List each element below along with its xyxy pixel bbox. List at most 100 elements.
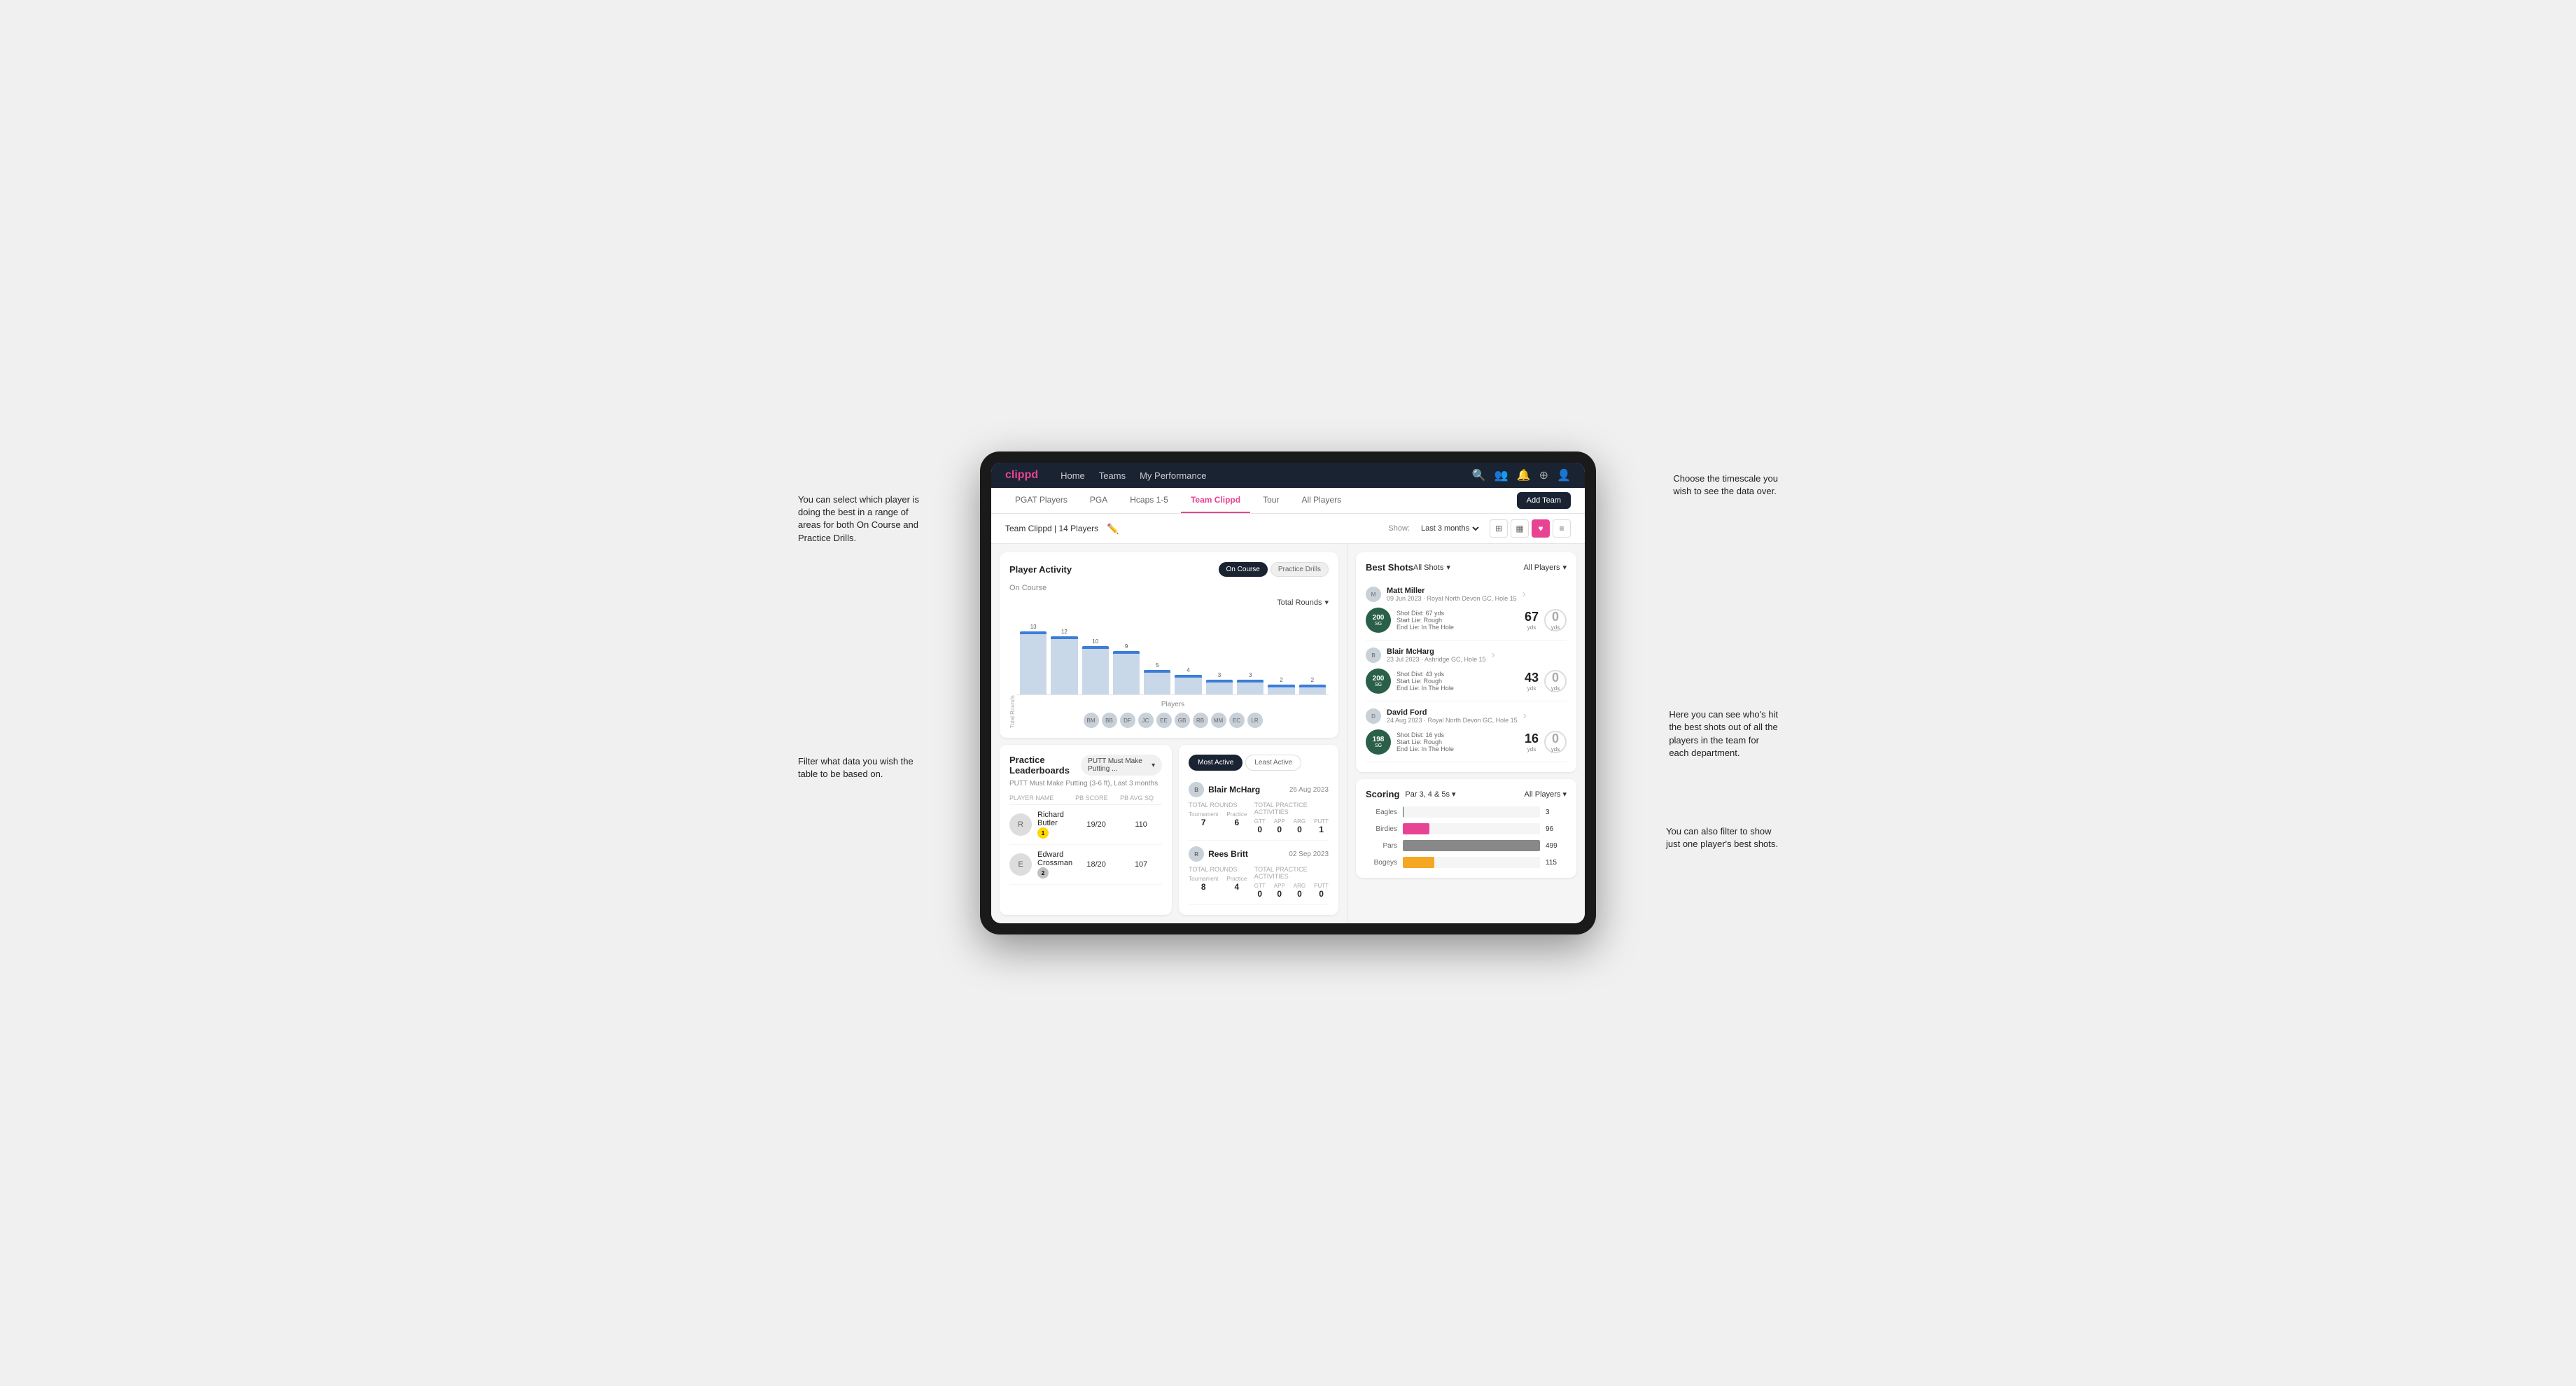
chart-filter[interactable]: Total Rounds ▾ <box>1277 598 1329 607</box>
leaderboard-row[interactable]: R Richard Butler 1 19/20 110 <box>1009 805 1162 845</box>
chevron-down-icon: ▾ <box>1452 790 1456 799</box>
scoring-bar <box>1403 823 1429 834</box>
avatar: R <box>1009 813 1032 836</box>
add-team-button[interactable]: Add Team <box>1517 492 1571 509</box>
tab-pga[interactable]: PGA <box>1080 488 1117 513</box>
bar-value: 2 <box>1280 677 1282 683</box>
plus-circle-icon[interactable]: ⊕ <box>1539 468 1548 482</box>
yards1-label: yds <box>1527 685 1536 692</box>
app-value: 0 <box>1274 889 1285 899</box>
putt-value: 0 <box>1314 889 1329 899</box>
list-view-icon[interactable]: ≡ <box>1553 519 1571 538</box>
shot-card[interactable]: B Blair McHarg 23 Jul 2023 · Ashridge GC… <box>1366 640 1567 701</box>
nav-my-performance[interactable]: My Performance <box>1140 470 1206 481</box>
pb-score: 18/20 <box>1075 860 1117 869</box>
activity-toggle-group: On Course Practice Drills <box>1219 562 1329 577</box>
chart-header: Total Rounds ▾ <box>1009 598 1329 607</box>
tab-hcaps[interactable]: Hcaps 1-5 <box>1120 488 1178 513</box>
bar-value: 5 <box>1156 662 1158 668</box>
bar-value: 4 <box>1186 667 1189 673</box>
app-label: APP <box>1274 883 1285 889</box>
scoring-row: Bogeys 115 <box>1366 857 1567 868</box>
search-icon[interactable]: 🔍 <box>1472 468 1486 482</box>
grid2-view-icon[interactable]: ▦ <box>1511 519 1529 538</box>
app-stat: APP 0 <box>1274 818 1285 834</box>
bar <box>1113 651 1140 694</box>
shot-dist-info: Shot Dist: 67 yds Start Lie: Rough End L… <box>1396 610 1519 631</box>
bar-chart: 13 12 10 9 5 4 3 3 <box>1017 611 1329 695</box>
shot-card[interactable]: D David Ford 24 Aug 2023 · Royal North D… <box>1366 701 1567 762</box>
best-shots-card: Best Shots All Shots ▾ All Players ▾ <box>1356 552 1576 772</box>
all-shots-filter[interactable]: All Shots ▾ <box>1413 563 1450 572</box>
scoring-header: Scoring Par 3, 4 & 5s ▾ All Players ▾ <box>1366 789 1567 799</box>
yards2-label: yds <box>1551 624 1560 631</box>
nav-teams[interactable]: Teams <box>1099 470 1126 481</box>
tab-all-players[interactable]: All Players <box>1292 488 1351 513</box>
edit-team-icon[interactable]: ✏️ <box>1107 523 1119 535</box>
bar-highlight <box>1144 670 1170 673</box>
stats-grid: Total Rounds Tournament 8 Practice 4 Tot… <box>1189 866 1329 899</box>
left-panel: Player Activity On Course Practice Drill… <box>991 544 1347 923</box>
shot-badge: 198 SG <box>1366 729 1391 755</box>
tab-team-clippd[interactable]: Team Clippd <box>1181 488 1250 513</box>
scoring-bar <box>1403 857 1434 868</box>
active-player-row: B Blair McHarg 26 Aug 2023 Total Rounds … <box>1189 776 1329 841</box>
scoring-players-filter[interactable]: All Players ▾ <box>1525 790 1567 799</box>
shot-card[interactable]: M Matt Miller 09 Jun 2023 · Royal North … <box>1366 580 1567 640</box>
scoring-bars: Eagles 3 Birdies 96 Pars 499 Bogeys 115 <box>1366 806 1567 868</box>
bar <box>1206 680 1233 694</box>
time-range-select[interactable]: Last 3 months Last month Last 6 months L… <box>1418 524 1481 533</box>
shot-dist-info: Shot Dist: 43 yds Start Lie: Rough End L… <box>1396 671 1519 692</box>
practice-label: Practice <box>1226 811 1247 818</box>
y-axis-label: Total Rounds <box>1009 611 1016 728</box>
active-player-date: 26 Aug 2023 <box>1289 786 1329 794</box>
all-shots-label: All Shots <box>1413 564 1443 572</box>
scoring-row: Eagles 3 <box>1366 806 1567 818</box>
activity-section-label: On Course <box>1009 584 1329 592</box>
practice-activities-stats: Total Practice Activities GTT 0 APP 0 AR… <box>1254 802 1329 834</box>
gtt-value: 0 <box>1254 889 1266 899</box>
user-icon[interactable]: 👤 <box>1557 468 1571 482</box>
grid-view-icon[interactable]: ⊞ <box>1490 519 1508 538</box>
yards2-value: 0 <box>1552 671 1559 685</box>
shot-player-name: Blair McHarg <box>1387 648 1486 656</box>
rounds-stats: Total Rounds Tournament 7 Practice 6 <box>1189 802 1249 834</box>
scoring-bar <box>1403 806 1404 818</box>
on-course-toggle[interactable]: On Course <box>1219 562 1268 577</box>
tab-pgat-players[interactable]: PGAT Players <box>1005 488 1077 513</box>
avatar: M <box>1366 587 1381 602</box>
least-active-tab[interactable]: Least Active <box>1245 755 1301 771</box>
heart-view-icon[interactable]: ♥ <box>1532 519 1550 538</box>
bar <box>1020 631 1046 694</box>
player-info: E Edward Crossman 2 <box>1009 850 1072 878</box>
tab-tour[interactable]: Tour <box>1253 488 1289 513</box>
chart-filter-label: Total Rounds <box>1277 598 1322 607</box>
yards1-label: yds <box>1527 624 1536 631</box>
bar-highlight <box>1237 680 1264 682</box>
bell-icon[interactable]: 🔔 <box>1517 468 1531 482</box>
pb-avg: 107 <box>1120 860 1162 869</box>
leaderboard-row[interactable]: E Edward Crossman 2 18/20 107 <box>1009 845 1162 885</box>
rounds-label: Total Rounds <box>1189 866 1249 873</box>
app-label: APP <box>1274 818 1285 825</box>
player-avatar: EE <box>1156 713 1172 728</box>
col-pb-avg: PB AVG SQ <box>1120 794 1162 802</box>
nav-home[interactable]: Home <box>1060 470 1085 481</box>
app-value: 0 <box>1274 825 1285 834</box>
most-active-tab[interactable]: Most Active <box>1189 755 1242 771</box>
leaderboard-filter[interactable]: PUTT Must Make Putting ... ▾ <box>1081 755 1162 776</box>
scoring-bar-wrap <box>1403 823 1540 834</box>
chevron-down-icon: ▾ <box>1324 598 1329 607</box>
shot-metrics: 200 SG Shot Dist: 67 yds Start Lie: Roug… <box>1366 608 1567 633</box>
scoring-value: 3 <box>1546 808 1567 816</box>
leaderboard-rows: R Richard Butler 1 19/20 110 E Edward Cr… <box>1009 805 1162 885</box>
users-icon[interactable]: 👥 <box>1494 468 1508 482</box>
gtt-label: GTT <box>1254 818 1266 825</box>
shot-player-info: D David Ford 24 Aug 2023 · Royal North D… <box>1366 708 1567 724</box>
par-filter[interactable]: Par 3, 4 & 5s ▾ <box>1405 790 1455 799</box>
all-players-filter[interactable]: All Players ▾ <box>1524 563 1567 572</box>
practice-drills-toggle[interactable]: Practice Drills <box>1270 562 1329 577</box>
shot-player-info: B Blair McHarg 23 Jul 2023 · Ashridge GC… <box>1366 648 1567 663</box>
team-name: Team Clippd | 14 Players <box>1005 524 1098 533</box>
shot-player-name: David Ford <box>1387 708 1518 717</box>
